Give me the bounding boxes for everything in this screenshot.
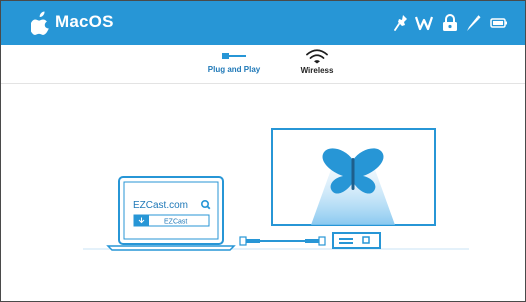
- app-window: MacOS Plug and Play Wireless EZCast.com …: [0, 0, 526, 302]
- cable-icon: [222, 53, 246, 59]
- apple-logo-icon: [31, 11, 49, 35]
- connection-tabs: Plug and Play Wireless: [1, 45, 525, 84]
- lock-cloud-icon[interactable]: [441, 14, 459, 32]
- connection-illustration: EZCast.com EZCast: [83, 128, 469, 251]
- laptop: EZCast.com EZCast: [106, 176, 236, 251]
- tab-wireless-label: Wireless: [300, 66, 334, 75]
- pencil-icon[interactable]: [466, 14, 481, 32]
- laptop-button-text: EZCast: [164, 219, 187, 226]
- top-bar: MacOS: [1, 1, 525, 45]
- tv-screen: [271, 128, 436, 226]
- battery-icon: [490, 18, 507, 28]
- app-title: MacOS: [55, 12, 114, 31]
- receiver-dongle: [332, 232, 381, 249]
- laptop-site-text: EZCast.com: [133, 200, 188, 211]
- wifi-icon: [306, 49, 328, 64]
- usb-cable: [239, 236, 326, 246]
- wifi-w-icon[interactable]: [415, 14, 433, 32]
- tab-wireless[interactable]: Wireless: [295, 49, 339, 75]
- tab-plug-and-play-label: Plug and Play: [207, 65, 261, 74]
- pin-icon[interactable]: [394, 14, 408, 32]
- tab-plug-and-play[interactable]: Plug and Play: [205, 49, 263, 74]
